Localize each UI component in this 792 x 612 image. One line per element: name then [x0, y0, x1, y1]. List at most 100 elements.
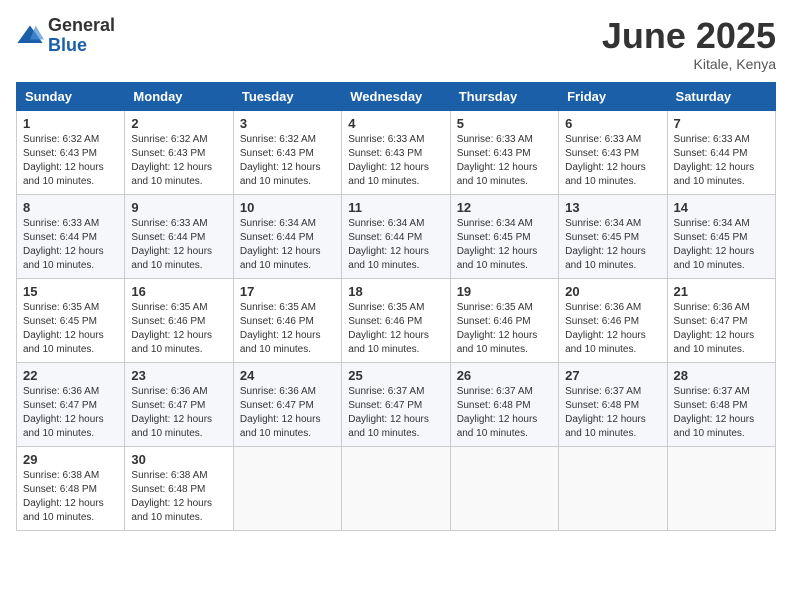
day-info: Sunrise: 6:35 AMSunset: 6:46 PMDaylight:… [348, 302, 429, 355]
header-saturday: Saturday [667, 82, 775, 110]
calendar-cell: 17 Sunrise: 6:35 AMSunset: 6:46 PMDaylig… [233, 278, 341, 362]
day-info: Sunrise: 6:33 AMSunset: 6:43 PMDaylight:… [348, 134, 429, 187]
day-number: 27 [565, 368, 660, 383]
day-info: Sunrise: 6:34 AMSunset: 6:44 PMDaylight:… [348, 218, 429, 271]
calendar-cell: 19 Sunrise: 6:35 AMSunset: 6:46 PMDaylig… [450, 278, 558, 362]
calendar-cell: 25 Sunrise: 6:37 AMSunset: 6:47 PMDaylig… [342, 362, 450, 446]
calendar-cell: 6 Sunrise: 6:33 AMSunset: 6:43 PMDayligh… [559, 110, 667, 194]
day-info: Sunrise: 6:33 AMSunset: 6:44 PMDaylight:… [131, 218, 212, 271]
day-info: Sunrise: 6:37 AMSunset: 6:47 PMDaylight:… [348, 386, 429, 439]
logo-general: General [48, 16, 115, 36]
logo-blue: Blue [48, 36, 115, 56]
calendar-cell: 23 Sunrise: 6:36 AMSunset: 6:47 PMDaylig… [125, 362, 233, 446]
calendar-cell: 14 Sunrise: 6:34 AMSunset: 6:45 PMDaylig… [667, 194, 775, 278]
day-number: 5 [457, 116, 552, 131]
day-info: Sunrise: 6:33 AMSunset: 6:43 PMDaylight:… [457, 134, 538, 187]
header-friday: Friday [559, 82, 667, 110]
day-number: 30 [131, 452, 226, 467]
day-info: Sunrise: 6:36 AMSunset: 6:46 PMDaylight:… [565, 302, 646, 355]
day-number: 16 [131, 284, 226, 299]
day-number: 17 [240, 284, 335, 299]
day-number: 24 [240, 368, 335, 383]
calendar-cell [342, 446, 450, 530]
day-number: 28 [674, 368, 769, 383]
calendar-cell: 1 Sunrise: 6:32 AMSunset: 6:43 PMDayligh… [17, 110, 125, 194]
day-number: 29 [23, 452, 118, 467]
logo-icon [16, 22, 44, 50]
calendar-cell [559, 446, 667, 530]
day-info: Sunrise: 6:34 AMSunset: 6:45 PMDaylight:… [674, 218, 755, 271]
calendar-cell: 16 Sunrise: 6:35 AMSunset: 6:46 PMDaylig… [125, 278, 233, 362]
day-info: Sunrise: 6:32 AMSunset: 6:43 PMDaylight:… [23, 134, 104, 187]
header-thursday: Thursday [450, 82, 558, 110]
day-number: 13 [565, 200, 660, 215]
day-info: Sunrise: 6:35 AMSunset: 6:45 PMDaylight:… [23, 302, 104, 355]
calendar-cell [450, 446, 558, 530]
calendar-cell: 27 Sunrise: 6:37 AMSunset: 6:48 PMDaylig… [559, 362, 667, 446]
header-monday: Monday [125, 82, 233, 110]
calendar-cell: 22 Sunrise: 6:36 AMSunset: 6:47 PMDaylig… [17, 362, 125, 446]
calendar-cell: 28 Sunrise: 6:37 AMSunset: 6:48 PMDaylig… [667, 362, 775, 446]
logo-text: General Blue [48, 16, 115, 56]
calendar-cell: 10 Sunrise: 6:34 AMSunset: 6:44 PMDaylig… [233, 194, 341, 278]
day-number: 12 [457, 200, 552, 215]
day-info: Sunrise: 6:38 AMSunset: 6:48 PMDaylight:… [131, 470, 212, 523]
day-number: 14 [674, 200, 769, 215]
calendar-cell: 20 Sunrise: 6:36 AMSunset: 6:46 PMDaylig… [559, 278, 667, 362]
day-info: Sunrise: 6:37 AMSunset: 6:48 PMDaylight:… [565, 386, 646, 439]
calendar-cell: 13 Sunrise: 6:34 AMSunset: 6:45 PMDaylig… [559, 194, 667, 278]
header-sunday: Sunday [17, 82, 125, 110]
calendar-cell: 3 Sunrise: 6:32 AMSunset: 6:43 PMDayligh… [233, 110, 341, 194]
day-number: 11 [348, 200, 443, 215]
calendar-cell: 15 Sunrise: 6:35 AMSunset: 6:45 PMDaylig… [17, 278, 125, 362]
calendar-cell: 9 Sunrise: 6:33 AMSunset: 6:44 PMDayligh… [125, 194, 233, 278]
page-header: General Blue June 2025 Kitale, Kenya [16, 16, 776, 72]
day-info: Sunrise: 6:35 AMSunset: 6:46 PMDaylight:… [457, 302, 538, 355]
calendar-cell: 26 Sunrise: 6:37 AMSunset: 6:48 PMDaylig… [450, 362, 558, 446]
calendar-cell: 30 Sunrise: 6:38 AMSunset: 6:48 PMDaylig… [125, 446, 233, 530]
week-row-5: 29 Sunrise: 6:38 AMSunset: 6:48 PMDaylig… [17, 446, 776, 530]
calendar-cell: 24 Sunrise: 6:36 AMSunset: 6:47 PMDaylig… [233, 362, 341, 446]
day-info: Sunrise: 6:34 AMSunset: 6:45 PMDaylight:… [565, 218, 646, 271]
header-tuesday: Tuesday [233, 82, 341, 110]
day-info: Sunrise: 6:33 AMSunset: 6:44 PMDaylight:… [674, 134, 755, 187]
calendar-cell [233, 446, 341, 530]
day-info: Sunrise: 6:35 AMSunset: 6:46 PMDaylight:… [240, 302, 321, 355]
day-number: 10 [240, 200, 335, 215]
day-info: Sunrise: 6:32 AMSunset: 6:43 PMDaylight:… [240, 134, 321, 187]
calendar-cell: 21 Sunrise: 6:36 AMSunset: 6:47 PMDaylig… [667, 278, 775, 362]
day-info: Sunrise: 6:36 AMSunset: 6:47 PMDaylight:… [240, 386, 321, 439]
calendar-table: SundayMondayTuesdayWednesdayThursdayFrid… [16, 82, 776, 531]
day-number: 23 [131, 368, 226, 383]
day-number: 6 [565, 116, 660, 131]
day-info: Sunrise: 6:33 AMSunset: 6:44 PMDaylight:… [23, 218, 104, 271]
calendar-cell: 29 Sunrise: 6:38 AMSunset: 6:48 PMDaylig… [17, 446, 125, 530]
day-info: Sunrise: 6:37 AMSunset: 6:48 PMDaylight:… [457, 386, 538, 439]
day-number: 19 [457, 284, 552, 299]
day-info: Sunrise: 6:32 AMSunset: 6:43 PMDaylight:… [131, 134, 212, 187]
location-subtitle: Kitale, Kenya [602, 56, 776, 72]
day-info: Sunrise: 6:33 AMSunset: 6:43 PMDaylight:… [565, 134, 646, 187]
calendar-cell: 8 Sunrise: 6:33 AMSunset: 6:44 PMDayligh… [17, 194, 125, 278]
day-number: 22 [23, 368, 118, 383]
calendar-cell: 12 Sunrise: 6:34 AMSunset: 6:45 PMDaylig… [450, 194, 558, 278]
day-number: 7 [674, 116, 769, 131]
calendar-cell: 5 Sunrise: 6:33 AMSunset: 6:43 PMDayligh… [450, 110, 558, 194]
day-number: 26 [457, 368, 552, 383]
day-info: Sunrise: 6:36 AMSunset: 6:47 PMDaylight:… [131, 386, 212, 439]
week-row-4: 22 Sunrise: 6:36 AMSunset: 6:47 PMDaylig… [17, 362, 776, 446]
calendar-cell: 2 Sunrise: 6:32 AMSunset: 6:43 PMDayligh… [125, 110, 233, 194]
calendar-cell: 7 Sunrise: 6:33 AMSunset: 6:44 PMDayligh… [667, 110, 775, 194]
day-number: 4 [348, 116, 443, 131]
week-row-2: 8 Sunrise: 6:33 AMSunset: 6:44 PMDayligh… [17, 194, 776, 278]
day-info: Sunrise: 6:36 AMSunset: 6:47 PMDaylight:… [23, 386, 104, 439]
calendar-cell [667, 446, 775, 530]
day-info: Sunrise: 6:38 AMSunset: 6:48 PMDaylight:… [23, 470, 104, 523]
day-number: 21 [674, 284, 769, 299]
day-info: Sunrise: 6:36 AMSunset: 6:47 PMDaylight:… [674, 302, 755, 355]
calendar-cell: 11 Sunrise: 6:34 AMSunset: 6:44 PMDaylig… [342, 194, 450, 278]
title-area: June 2025 Kitale, Kenya [602, 16, 776, 72]
day-number: 9 [131, 200, 226, 215]
day-number: 18 [348, 284, 443, 299]
day-info: Sunrise: 6:34 AMSunset: 6:45 PMDaylight:… [457, 218, 538, 271]
